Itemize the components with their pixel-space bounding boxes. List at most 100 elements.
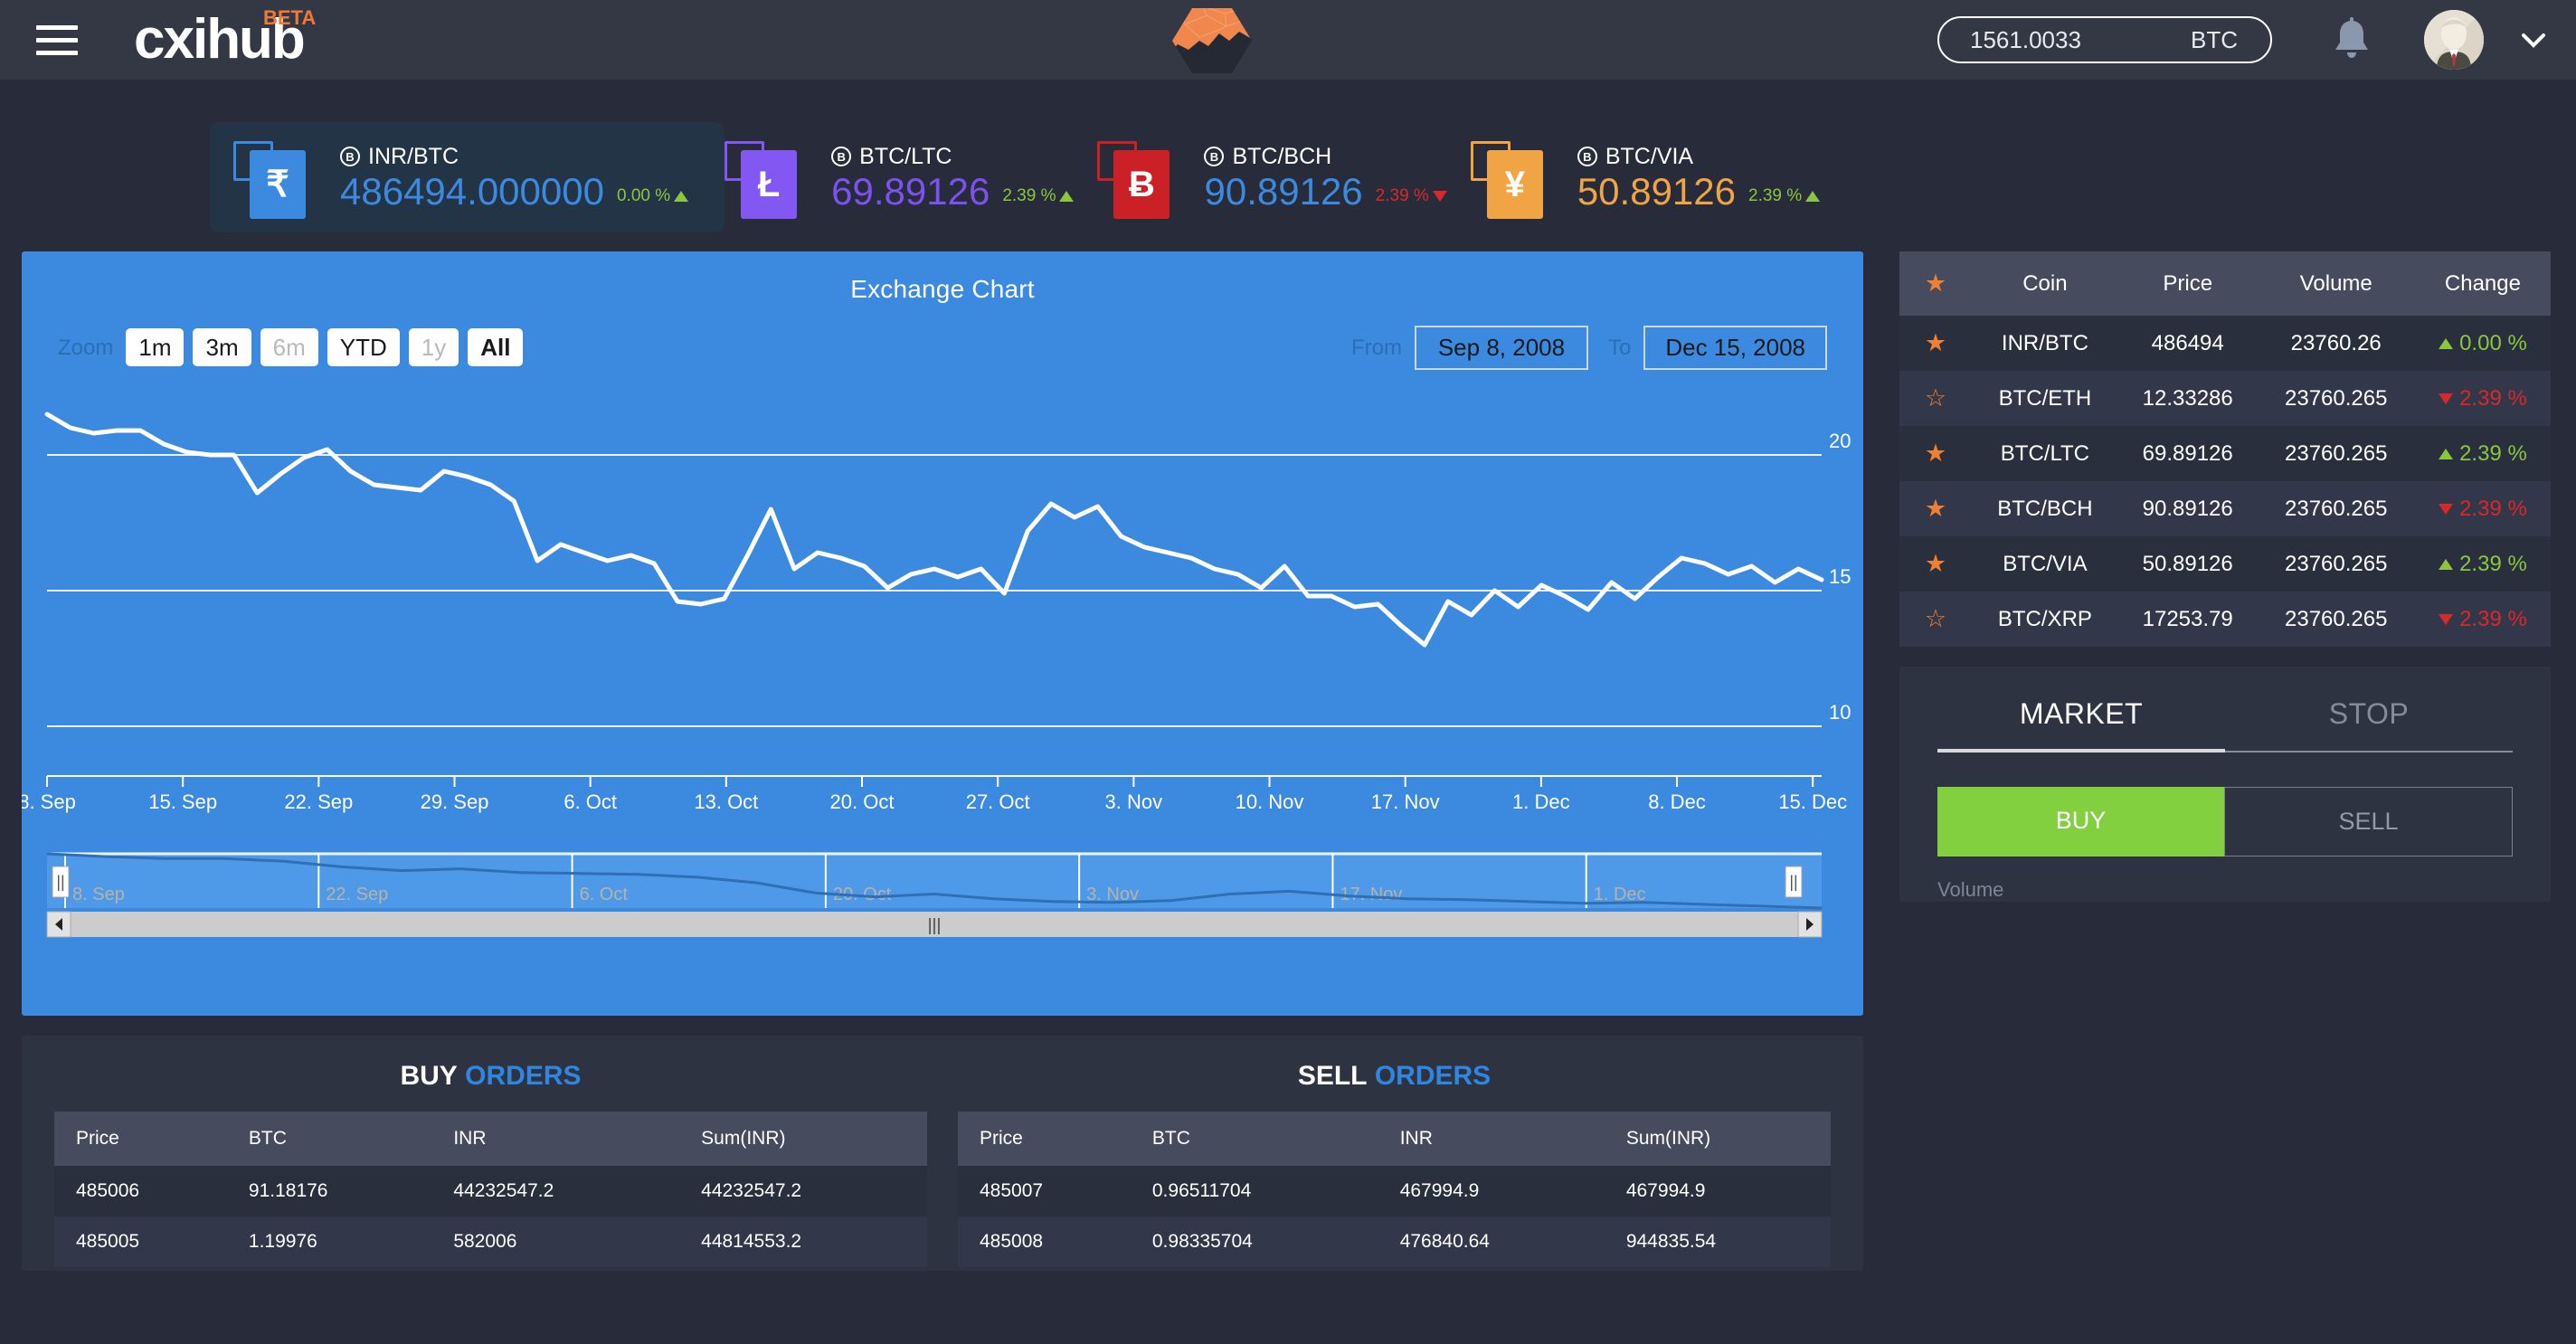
coin-name: BTC/LTC bbox=[2000, 440, 2090, 466]
sell-order-col-suminr: Sum(INR) bbox=[1604, 1112, 1831, 1166]
user-avatar[interactable] bbox=[2424, 10, 2484, 70]
sell-order-cell-price: 485008 bbox=[980, 1231, 1044, 1252]
buy-order-cell-inr: 44232547.2 bbox=[453, 1180, 554, 1201]
svg-text:15: 15 bbox=[1829, 565, 1851, 588]
to-label: To bbox=[1607, 335, 1632, 360]
svg-text:27. Oct: 27. Oct bbox=[966, 790, 1030, 813]
chart-navigator[interactable]: 8. Sep 22. Sep 6. Oct 20. Oct 3. Nov 17. Nov 1… bbox=[22, 848, 1863, 948]
coin-col-change[interactable]: Change bbox=[2414, 251, 2551, 316]
sell-order-cell-inr: 467994.9 bbox=[1399, 1180, 1480, 1201]
zoom-button-6m: 6m bbox=[260, 328, 318, 366]
exchange-chart-panel: Exchange Chart Zoom 1m 3m 6m YTD 1y All From … bbox=[22, 251, 1863, 1016]
coin-change: 0.00 % bbox=[2415, 316, 2551, 371]
buy-order-cell-suminr: 44232547.2 bbox=[701, 1180, 802, 1201]
change-arrow-up-icon bbox=[2439, 449, 2454, 459]
coin-row[interactable]: ★ BTC/VIA 50.89126 23760.265 2.39 % bbox=[1899, 536, 2551, 592]
sell-orders-title: SELL ORDERS bbox=[958, 1061, 1831, 1092]
sell-order-cell-suminr: 467994.9 bbox=[1625, 1180, 1706, 1201]
ticker-pair-text: INR/BTC bbox=[368, 143, 459, 169]
zoom-button-1m[interactable]: 1m bbox=[126, 328, 185, 366]
buy-button[interactable]: BUY bbox=[1937, 787, 2224, 857]
ticker-card-inr-btc[interactable]: ₹ B INR/BTC 486494.000000 0.00 % bbox=[210, 122, 725, 232]
coin-row[interactable]: ★ BTC/BCH 90.89126 23760.265 2.39 % bbox=[1899, 481, 2551, 536]
coin-col-price[interactable]: Price bbox=[2117, 251, 2258, 316]
coin-icon-via: ¥ bbox=[1470, 134, 1558, 221]
sell-order-col-price: Price bbox=[958, 1112, 1131, 1166]
favorite-star[interactable]: ☆ bbox=[1899, 371, 1972, 426]
ticker-change-text: 2.39 % bbox=[1375, 185, 1429, 205]
ticker-price: 90.89126 bbox=[1204, 169, 1363, 213]
buy-order-row[interactable]: 485005 1.19976 582006 44814553.2 bbox=[54, 1216, 927, 1267]
coin-table: ★ Coin Price Volume Change ★ INR/BTC 486494 237… bbox=[1899, 251, 2551, 647]
change-arrow-down-icon bbox=[1432, 190, 1447, 202]
coin-row[interactable]: ★ INR/BTC 486494 23760.26 0.00 % bbox=[1899, 316, 2551, 371]
bell-icon[interactable] bbox=[2332, 17, 2372, 62]
ticker-card-btc-ltc[interactable]: Ł B BTC/LTC 69.89126 2.39 % bbox=[724, 123, 1097, 232]
svg-text:13. Oct: 13. Oct bbox=[694, 790, 758, 813]
svg-text:||: || bbox=[56, 873, 64, 891]
sell-order-row[interactable]: 485008 0.98335704 476840.64 944835.54 bbox=[958, 1216, 1831, 1267]
zoom-button-3m[interactable]: 3m bbox=[193, 328, 251, 366]
sell-orders-table: Price BTC INR Sum(INR) 485007 0.96511704 4679… bbox=[958, 1112, 1831, 1267]
hamburger-icon[interactable] bbox=[36, 17, 78, 63]
buy-order-col-suminr: Sum(INR) bbox=[679, 1112, 927, 1166]
coin-col-volume[interactable]: Volume bbox=[2257, 251, 2415, 316]
favorite-star[interactable]: ★ bbox=[1899, 316, 1972, 371]
buy-order-cell-price: 485006 bbox=[76, 1180, 140, 1201]
chart-toolbar: Zoom 1m 3m 6m YTD 1y All From Sep 8, 2008 To … bbox=[58, 326, 1827, 370]
balance-value: 1561.0033 bbox=[1970, 25, 2081, 53]
coin-price: 12.33286 bbox=[2142, 385, 2233, 411]
left-column: Exchange Chart Zoom 1m 3m 6m YTD 1y All From … bbox=[22, 251, 1863, 1271]
coin-volume: 23760.265 bbox=[2285, 551, 2388, 576]
chevron-down-icon[interactable] bbox=[2518, 24, 2549, 55]
balance-display[interactable]: 1561.0033 BTC bbox=[1937, 16, 2272, 63]
favorite-star[interactable]: ★ bbox=[1899, 426, 1972, 481]
coin-change: 2.39 % bbox=[2415, 592, 2551, 647]
sell-button[interactable]: SELL bbox=[2224, 787, 2513, 857]
svg-text:6. Oct: 6. Oct bbox=[564, 790, 617, 813]
sell-order-row[interactable]: 485007 0.96511704 467994.9 467994.9 bbox=[958, 1166, 1831, 1216]
change-arrow-up-icon bbox=[2439, 559, 2454, 570]
coin-volume: 23760.265 bbox=[2285, 496, 2388, 521]
app-header: cxihub BETA 1561.0033 BTC bbox=[0, 0, 2576, 80]
coin-change: 2.39 % bbox=[2415, 536, 2551, 592]
buy-order-cell-suminr: 44814553.2 bbox=[701, 1231, 802, 1252]
buy-order-cell-inr: 582006 bbox=[453, 1231, 517, 1252]
zoom-button-all[interactable]: All bbox=[468, 328, 524, 366]
svg-text:8. Dec: 8. Dec bbox=[1648, 790, 1706, 813]
ticker-card-btc-via[interactable]: ¥ B BTC/VIA 50.89126 2.39 % bbox=[1470, 123, 1843, 232]
ticker-price: 486494.000000 bbox=[340, 169, 604, 213]
coin-price: 69.89126 bbox=[2142, 440, 2233, 466]
ticker-card-btc-bch[interactable]: Ƀ B BTC/BCH 90.89126 2.39 % bbox=[1097, 123, 1470, 232]
buy-order-col-price: Price bbox=[54, 1112, 227, 1166]
star-header-icon: ★ bbox=[1899, 251, 1972, 316]
coin-icon-bch: Ƀ bbox=[1097, 134, 1184, 221]
coin-row[interactable]: ☆ BTC/ETH 12.33286 23760.265 2.39 % bbox=[1899, 371, 2551, 426]
change-arrow-up-icon bbox=[2439, 338, 2454, 349]
ticker-price: 50.89126 bbox=[1577, 169, 1737, 213]
tab-stop[interactable]: STOP bbox=[2225, 697, 2513, 752]
favorite-star[interactable]: ★ bbox=[1899, 536, 1972, 592]
coin-name: INR/BTC bbox=[2001, 330, 2088, 355]
to-date-input[interactable]: Dec 15, 2008 bbox=[1643, 326, 1827, 370]
app-logo[interactable]: cxihub BETA bbox=[134, 6, 316, 68]
favorite-star[interactable]: ★ bbox=[1899, 481, 1972, 536]
coin-row[interactable]: ☆ BTC/XRP 17253.79 23760.265 2.39 % bbox=[1899, 592, 2551, 647]
tab-market[interactable]: MARKET bbox=[1937, 697, 2225, 752]
sell-orders-title-a: SELL bbox=[1297, 1061, 1368, 1091]
ticker-pair-label: B BTC/VIA bbox=[1577, 144, 1820, 170]
from-date-input[interactable]: Sep 8, 2008 bbox=[1414, 326, 1588, 370]
coin-col-coin[interactable]: Coin bbox=[1972, 251, 2118, 316]
buy-order-row[interactable]: 485006 91.18176 44232547.2 44232547.2 bbox=[54, 1166, 927, 1216]
sell-order-cell-price: 485007 bbox=[980, 1180, 1044, 1201]
coin-volume: 23760.265 bbox=[2285, 385, 2388, 411]
zoom-button-ytd[interactable]: YTD bbox=[327, 328, 400, 366]
coin-row[interactable]: ★ BTC/LTC 69.89126 23760.265 2.39 % bbox=[1899, 426, 2551, 481]
svg-text:3. Nov: 3. Nov bbox=[1105, 790, 1163, 813]
ticker-pair-label: B INR/BTC bbox=[340, 144, 688, 170]
coin-price: 50.89126 bbox=[2142, 551, 2233, 576]
trade-panel: MARKET STOP BUY SELL Volume bbox=[1899, 667, 2551, 902]
ticker-pair-text: BTC/VIA bbox=[1605, 143, 1694, 169]
favorite-star[interactable]: ☆ bbox=[1899, 592, 1972, 647]
sell-order-cell-suminr: 944835.54 bbox=[1625, 1231, 1717, 1252]
